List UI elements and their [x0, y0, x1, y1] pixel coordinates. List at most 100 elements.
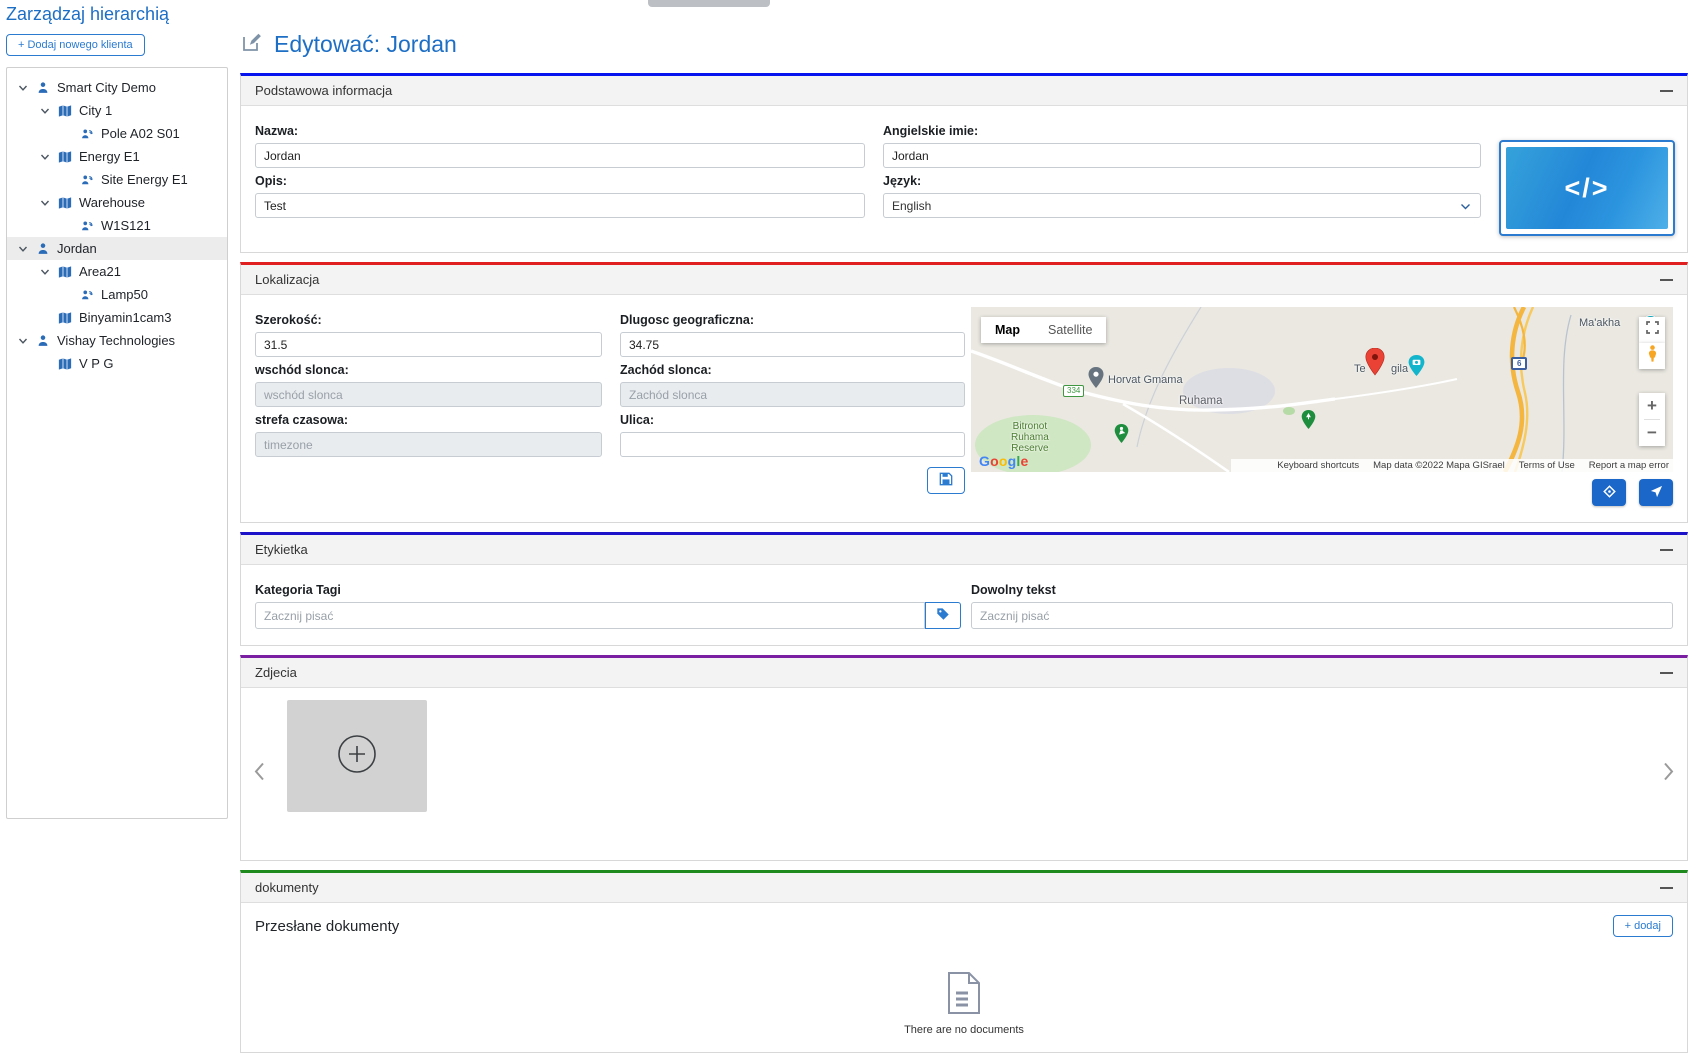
section-location-title: Lokalizacja [255, 272, 319, 287]
chevron-down-icon[interactable] [17, 243, 29, 255]
tree-item-label: W1S121 [101, 218, 151, 233]
map-attribution-item[interactable]: Report a map error [1589, 460, 1669, 471]
client-thumbnail[interactable]: </> [1499, 140, 1675, 236]
chevron-down-icon[interactable] [39, 105, 51, 117]
tree-item-area21[interactable]: Area21 [7, 260, 227, 283]
directions-button[interactable] [1592, 479, 1626, 506]
locate-button[interactable] [1639, 479, 1673, 506]
map-attribution: Keyboard shortcuts Map data ©2022 Mapa GI… [1231, 459, 1673, 472]
save-location-button[interactable] [927, 467, 965, 494]
map-attribution-item[interactable]: Keyboard shortcuts [1277, 460, 1359, 471]
section-basic-header[interactable]: Podstawowa informacja [241, 76, 1687, 106]
section-label-title: Etykietka [255, 542, 308, 557]
section-location: Lokalizacja Szerokość: Dlugosc geografic… [240, 262, 1688, 523]
name-field[interactable] [255, 143, 865, 168]
description-field[interactable] [255, 193, 865, 218]
tree-item-site-energy-e1[interactable]: Site Energy E1 [7, 168, 227, 191]
section-photos-title: Zdjecia [255, 665, 297, 680]
add-tag-button[interactable] [925, 602, 961, 629]
main-content: Edytować: Jordan Podstawowa informacja N… [240, 0, 1688, 1062]
tree-item-energy-e1[interactable]: Energy E1 [7, 145, 227, 168]
category-tags-input[interactable] [255, 602, 925, 629]
name-label: Nazwa: [255, 124, 865, 138]
google-map[interactable]: Horvat Gmama 334 Ruhama Bitronot Ruhama … [971, 307, 1673, 472]
fullscreen-button[interactable] [1639, 317, 1665, 343]
tag-icon [936, 607, 950, 624]
map-attribution-item[interactable]: Terms of Use [1519, 460, 1575, 471]
gray-poi-pin[interactable] [1088, 367, 1104, 394]
chevron-down-icon[interactable] [17, 335, 29, 347]
add-photo-tile[interactable] [287, 700, 427, 812]
category-tags-label: Kategoria Tagi [255, 583, 961, 597]
chevron-down-icon[interactable] [39, 266, 51, 278]
add-client-button[interactable]: + Dodaj nowego klienta [6, 34, 145, 56]
chevron-down-icon[interactable] [39, 197, 51, 209]
red-marker-pin[interactable] [1365, 348, 1385, 381]
zoom-in-button[interactable]: + [1639, 393, 1665, 419]
navigation-arrow-icon [1650, 485, 1663, 501]
tree-item-v-p-g[interactable]: V P G [7, 352, 227, 375]
tree-poi-pin[interactable] [1301, 410, 1316, 435]
tree-item-w1s121[interactable]: W1S121 [7, 214, 227, 237]
language-selected-value: English [892, 199, 931, 213]
map-label-top-right: Ma'akha [1579, 317, 1620, 329]
chevron-down-icon[interactable] [39, 151, 51, 163]
timezone-label: strefa czasowa: [255, 413, 602, 427]
hierarchy-sidebar: Zarządzaj hierarchią + Dodaj nowego klie… [6, 4, 228, 819]
add-document-button[interactable]: + dodaj [1613, 915, 1673, 937]
section-documents-title: dokumenty [255, 880, 319, 895]
map-label-pin-right: gila [1391, 363, 1408, 375]
collapse-icon[interactable] [1660, 279, 1673, 281]
longitude-field[interactable] [620, 332, 965, 357]
tree-item-label: City 1 [79, 103, 112, 118]
tree-item-smart-city-demo[interactable]: Smart City Demo [7, 76, 227, 99]
road-badge-334: 334 [1063, 385, 1084, 397]
tree-item-label: Binyamin1cam3 [79, 310, 172, 325]
carousel-right-icon[interactable] [1662, 762, 1675, 787]
map-type-map-button[interactable]: Map [981, 317, 1034, 343]
tree-item-vishay-technologies[interactable]: Vishay Technologies [7, 329, 227, 352]
tree-item-lamp50[interactable]: Lamp50 [7, 283, 227, 306]
hiker-poi-pin[interactable] [1114, 424, 1129, 449]
tree-item-pole-a02-s01[interactable]: Pole A02 S01 [7, 122, 227, 145]
map-label-town[interactable]: Ruhama [1179, 395, 1222, 407]
english-name-field[interactable] [883, 143, 1481, 168]
free-text-input[interactable] [971, 602, 1673, 629]
map-attribution-item[interactable]: Map data ©2022 Mapa GISrael [1373, 460, 1505, 471]
section-photos-header[interactable]: Zdjecia [241, 658, 1687, 688]
pegman-button[interactable] [1639, 343, 1665, 369]
zoom-out-button[interactable]: − [1639, 420, 1665, 446]
map-label-reserve[interactable]: Bitronot Ruhama Reserve [1011, 421, 1049, 454]
latitude-field[interactable] [255, 332, 602, 357]
collapse-icon[interactable] [1660, 887, 1673, 889]
map-type-satellite-button[interactable]: Satellite [1034, 317, 1106, 343]
section-label-header[interactable]: Etykietka [241, 535, 1687, 565]
user-icon [35, 333, 51, 349]
timezone-field [255, 432, 602, 457]
highway-badge-6: 6 [1511, 357, 1527, 370]
collapse-icon[interactable] [1660, 90, 1673, 92]
street-field[interactable] [620, 432, 965, 457]
section-basic-info: Podstawowa informacja Nazwa: Opis: Angie… [240, 73, 1688, 253]
language-select[interactable]: English [883, 193, 1481, 218]
map-icon [57, 195, 73, 211]
section-location-header[interactable]: Lokalizacja [241, 265, 1687, 295]
google-logo[interactable]: Google [979, 453, 1028, 469]
tree-item-city-1[interactable]: City 1 [7, 99, 227, 122]
section-documents-header[interactable]: dokumenty [241, 873, 1687, 903]
tree-item-label: Warehouse [79, 195, 145, 210]
chevron-down-icon[interactable] [17, 82, 29, 94]
tree-item-label: Lamp50 [101, 287, 148, 302]
map-label-poi1[interactable]: Horvat Gmama [1108, 374, 1183, 386]
user-icon [35, 80, 51, 96]
english-name-label: Angielskie imie: [883, 124, 1481, 138]
carousel-left-icon[interactable] [253, 762, 266, 787]
tree-item-warehouse[interactable]: Warehouse [7, 191, 227, 214]
collapse-icon[interactable] [1660, 549, 1673, 551]
tree-item-jordan[interactable]: Jordan [7, 237, 227, 260]
hierarchy-title[interactable]: Zarządzaj hierarchią [6, 4, 228, 25]
tree-item-binyamin1cam3[interactable]: Binyamin1cam3 [7, 306, 227, 329]
camera-poi-pin[interactable] [1408, 355, 1425, 382]
collapse-icon[interactable] [1660, 672, 1673, 674]
language-label: Język: [883, 174, 1481, 188]
